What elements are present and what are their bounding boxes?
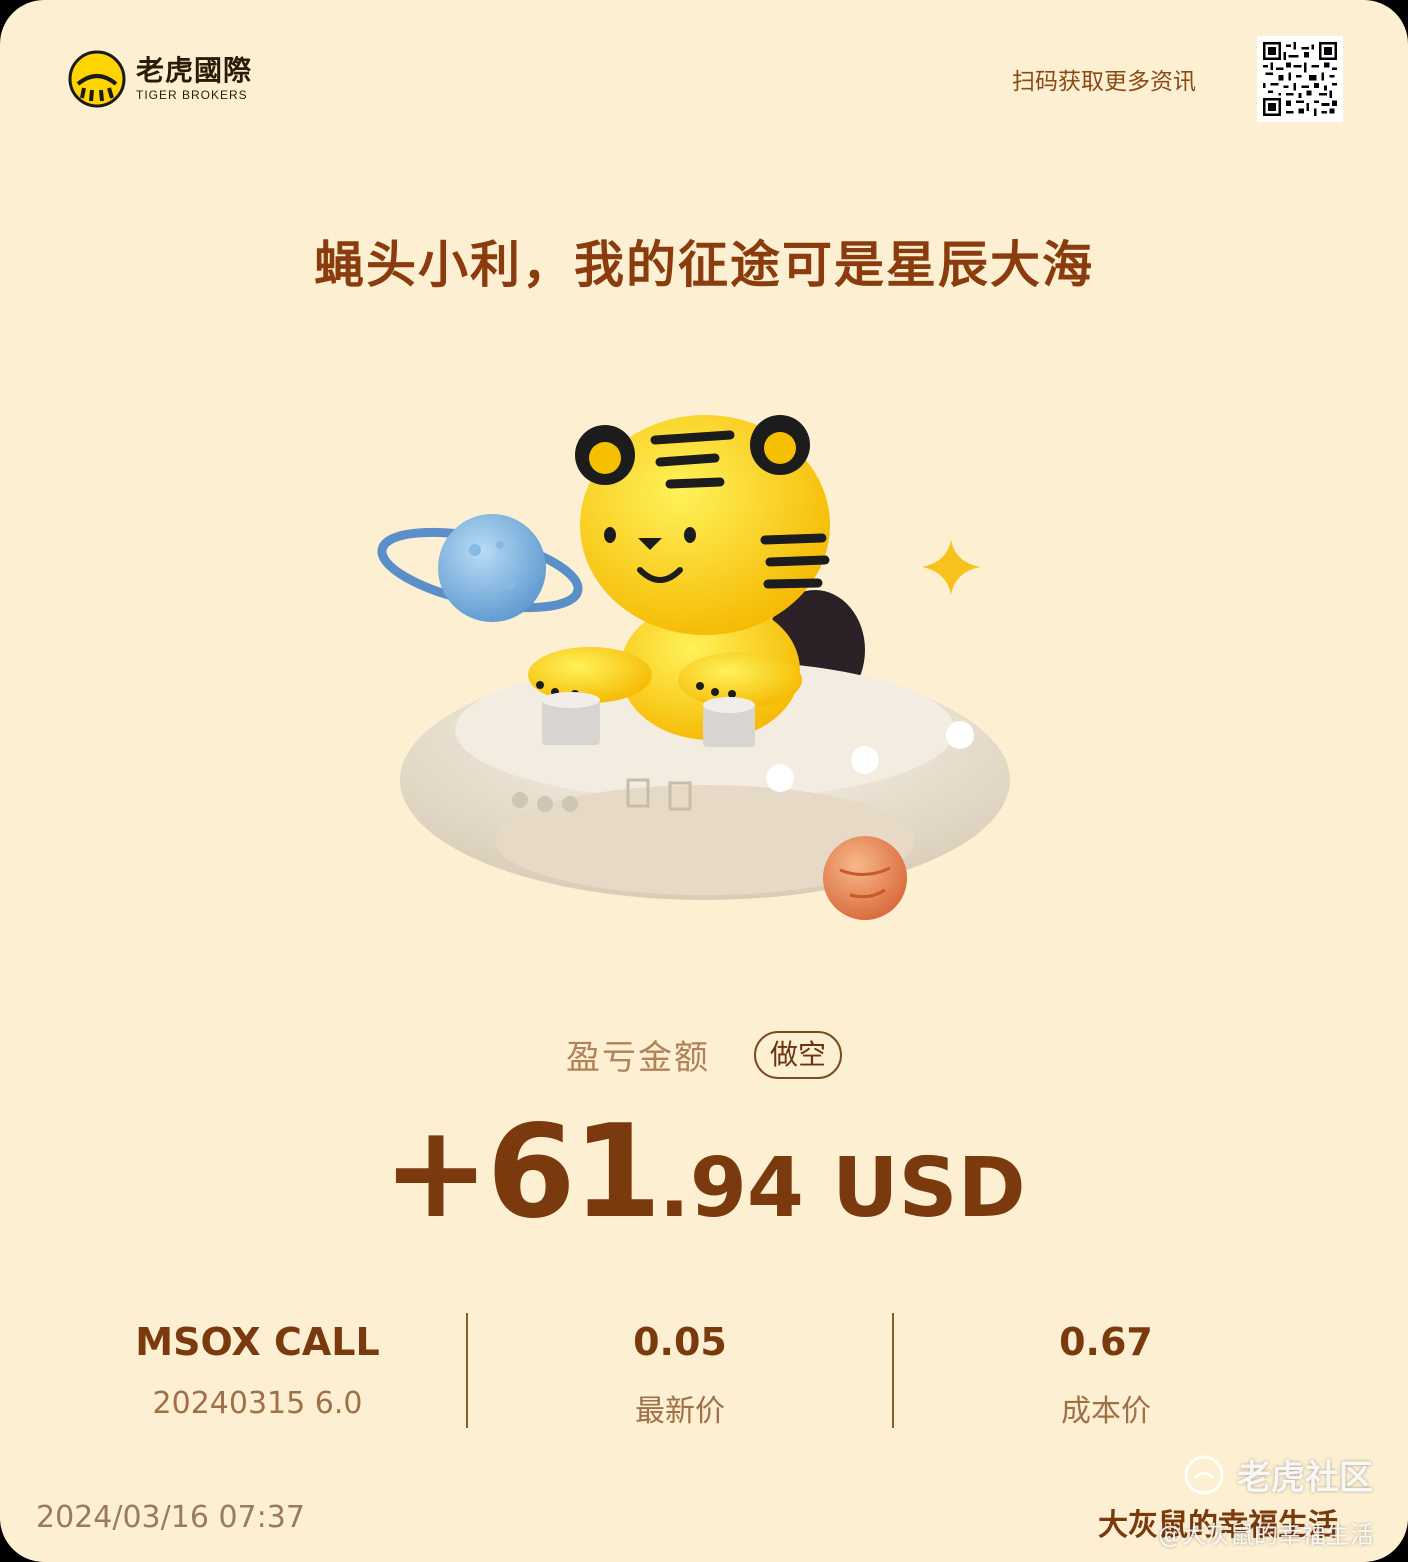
headline: 蝇头小利，我的征途可是星辰大海 [314, 236, 1094, 294]
qr-code[interactable] [1257, 36, 1343, 122]
pnl-label: 盈亏金额 [565, 1038, 710, 1078]
divider [466, 1313, 468, 1428]
brand-name-cn: 老虎國際 [136, 54, 253, 87]
watermark-logo-icon [1184, 1455, 1224, 1494]
brand-name-en: TIGER BROKERS [136, 88, 248, 102]
contract-detail: 20240315 6.0 [152, 1386, 363, 1421]
cost-price-info: 0.67 成本价 [1006, 1320, 1206, 1430]
pnl-amount-integer: +61 [382, 1098, 661, 1247]
tiger-ufo-illustration [377, 415, 1010, 920]
tiger-logo-icon [68, 50, 126, 108]
last-price-label: 最新价 [635, 1394, 725, 1429]
watermark-brand: 老虎社区 [1183, 1450, 1373, 1499]
divider [892, 1313, 894, 1428]
contract-info: MSOX CALL 20240315 6.0 [130, 1320, 385, 1421]
pnl-currency: USD [831, 1141, 1026, 1236]
pnl-amount: +61 .94 USD [0, 1098, 1408, 1247]
brand-logo: 老虎國際 TIGER BROKERS [68, 50, 252, 108]
watermark-user: @大灰鼠的幸福生活 [1158, 1521, 1374, 1549]
scan-prompt: 扫码获取更多资讯 [1012, 69, 1196, 95]
watermark-brand-text: 老虎社区 [1237, 1458, 1373, 1498]
cost-price-label: 成本价 [1061, 1394, 1151, 1429]
share-card: 老虎國際 TIGER BROKERS 扫码获取更多资讯 蝇头小利，我的征途可是星… [0, 0, 1408, 1562]
share-datetime: 2024/03/16 07:37 [36, 1500, 305, 1535]
pnl-amount-decimal: .94 [658, 1141, 804, 1236]
qr-code-icon [1263, 42, 1337, 116]
contract-name: MSOX CALL [135, 1320, 380, 1364]
position-side-badge: 做空 [753, 1030, 842, 1079]
last-price-info: 0.05 最新价 [580, 1320, 780, 1430]
cost-price-value: 0.67 [1059, 1320, 1153, 1364]
last-price-value: 0.05 [633, 1320, 727, 1364]
